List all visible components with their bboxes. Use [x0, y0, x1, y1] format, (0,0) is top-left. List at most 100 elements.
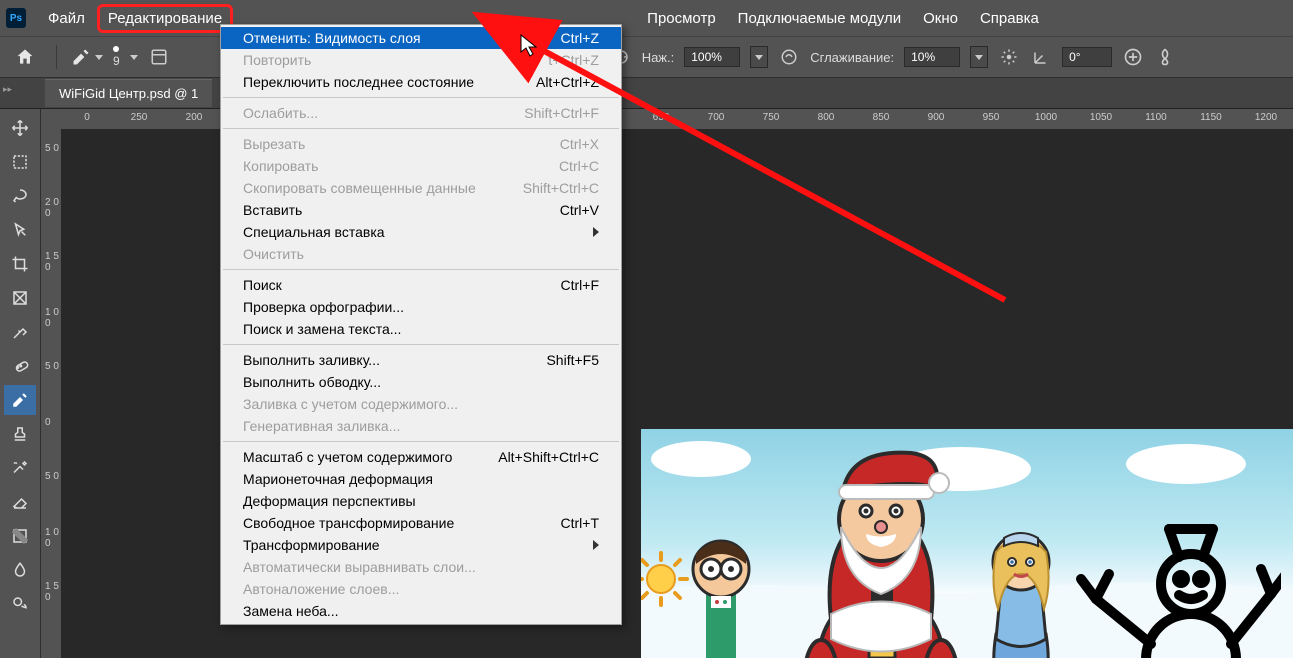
menu-plugins[interactable]: Подключаемые модули — [728, 4, 911, 33]
menu-item-shortcut: Ctrl+F — [561, 277, 600, 293]
menu-item-label: Автоналожение слоев... — [243, 581, 399, 597]
tool-eraser[interactable] — [4, 487, 36, 517]
edit-menu-item[interactable]: Поиск и замена текста... — [221, 318, 621, 340]
pressure-opacity-icon[interactable] — [778, 46, 800, 68]
menu-item-label: Копировать — [243, 158, 318, 174]
menu-item-label: Марионеточная деформация — [243, 471, 433, 487]
tool-history-brush[interactable] — [4, 453, 36, 483]
brush-tool-preview-icon[interactable] — [71, 47, 103, 67]
menu-item-shortcut: Alt+Shift+Ctrl+C — [498, 449, 599, 465]
symmetry-icon[interactable] — [1154, 46, 1176, 68]
tool-move[interactable] — [4, 113, 36, 143]
tool-dodge[interactable] — [4, 589, 36, 619]
panel-grip-icon[interactable]: ▸▸ — [3, 84, 13, 94]
edit-menu-item[interactable]: Переключить последнее состояниеAlt+Ctrl+… — [221, 71, 621, 93]
menu-file[interactable]: Файл — [38, 4, 95, 33]
options-bar: 9 Наж.: 100% Сглаживание: 10% 0° — [0, 36, 1293, 78]
menu-item-label: Масштаб с учетом содержимого — [243, 449, 452, 465]
menu-window[interactable]: Окно — [913, 4, 968, 33]
opacity-dropdown[interactable] — [750, 46, 768, 68]
edit-menu-item[interactable]: Проверка орфографии... — [221, 296, 621, 318]
smoothing-options-icon[interactable] — [998, 46, 1020, 68]
brush-panel-icon[interactable] — [148, 46, 170, 68]
edit-menu-item: Заливка с учетом содержимого... — [221, 393, 621, 415]
brush-size-value: 9 — [113, 54, 120, 68]
app-logo: Ps — [6, 8, 26, 28]
menu-separator — [223, 128, 619, 129]
menu-view[interactable]: Просмотр — [637, 4, 726, 33]
edit-menu-item[interactable]: Выполнить обводку... — [221, 371, 621, 393]
menu-item-label: Ослабить... — [243, 105, 318, 121]
menu-item-label: Деформация перспективы — [243, 493, 416, 509]
edit-menu-item[interactable]: Трансформирование — [221, 534, 621, 556]
edit-menu-item[interactable]: Деформация перспективы — [221, 490, 621, 512]
menu-item-label: Выполнить заливку... — [243, 352, 380, 368]
edit-menu-item: Очистить — [221, 243, 621, 265]
edit-menu-item: Генеративная заливка... — [221, 415, 621, 437]
tool-crop[interactable] — [4, 249, 36, 279]
tool-frame[interactable] — [4, 283, 36, 313]
tool-blur[interactable] — [4, 555, 36, 585]
edit-menu-item: Автоналожение слоев... — [221, 578, 621, 600]
menu-item-shortcut: Ctrl+T — [561, 515, 600, 531]
menu-item-shortcut: Ctrl+Z — [561, 30, 600, 46]
edit-menu-item: Ослабить... Shift+Ctrl+F — [221, 102, 621, 124]
edit-menu-dropdown: Отменить: Видимость слояCtrl+Z Повторить t… — [220, 24, 622, 625]
menu-item-label: Специальная вставка — [243, 224, 385, 240]
home-button[interactable] — [8, 43, 42, 71]
pressure-size-icon[interactable] — [1122, 46, 1144, 68]
edit-menu-item[interactable]: Отменить: Видимость слояCtrl+Z — [221, 27, 621, 49]
document-tabs: WiFiGid Центр.psd @ 1 — [0, 78, 1293, 109]
tool-stamp[interactable] — [4, 419, 36, 449]
tool-quick-select[interactable] — [4, 215, 36, 245]
menu-separator — [223, 441, 619, 442]
menu-item-shortcut: Shift+Ctrl+F — [524, 105, 599, 121]
menu-item-label: Проверка орфографии... — [243, 299, 404, 315]
menu-item-label: Автоматически выравнивать слои... — [243, 559, 476, 575]
tool-heal[interactable] — [4, 351, 36, 381]
canvas-artboard[interactable] — [641, 429, 1293, 658]
opacity-input[interactable]: 100% — [684, 47, 740, 67]
menu-item-label: Заливка с учетом содержимого... — [243, 396, 458, 412]
edit-menu-item[interactable]: Специальная вставка — [221, 221, 621, 243]
menu-item-shortcut: Shift+F5 — [546, 352, 599, 368]
tool-eyedropper[interactable] — [4, 317, 36, 347]
menu-item-shortcut: Alt+Ctrl+Z — [536, 74, 599, 90]
smoothing-input[interactable]: 10% — [904, 47, 960, 67]
tool-lasso[interactable] — [4, 181, 36, 211]
ruler-vertical: 5 0 2 0 0 1 5 0 1 0 0 5 0 0 5 0 1 0 0 1 … — [41, 129, 62, 658]
edit-menu-item[interactable]: Марионеточная деформация — [221, 468, 621, 490]
angle-input[interactable]: 0° — [1062, 47, 1112, 67]
menu-item-shortcut: Ctrl+X — [560, 136, 599, 152]
menu-separator — [223, 269, 619, 270]
menu-edit[interactable]: Редактирование — [97, 4, 233, 33]
edit-menu-item[interactable]: ПоискCtrl+F — [221, 274, 621, 296]
tools-panel — [0, 109, 41, 658]
edit-menu-item: Автоматически выравнивать слои... — [221, 556, 621, 578]
tool-marquee[interactable] — [4, 147, 36, 177]
edit-menu-item[interactable]: Масштаб с учетом содержимого Alt+Shift+Ct… — [221, 446, 621, 468]
menu-item-label: Свободное трансформирование — [243, 515, 454, 531]
menu-item-shortcut: t+Ctrl+Z — [548, 52, 599, 68]
edit-menu-item[interactable]: Выполнить заливку... Shift+F5 — [221, 349, 621, 371]
chevron-down-icon[interactable] — [130, 55, 138, 60]
menu-item-label: Поиск и замена текста... — [243, 321, 401, 337]
menu-item-label: Трансформирование — [243, 537, 380, 553]
edit-menu-item[interactable]: Свободное трансформирование Ctrl+T — [221, 512, 621, 534]
tool-gradient[interactable] — [4, 521, 36, 551]
menu-item-shortcut: Shift+Ctrl+C — [523, 180, 599, 196]
brush-size-preview[interactable]: 9 — [113, 46, 120, 68]
edit-menu-item[interactable]: Замена неба... — [221, 600, 621, 622]
menu-item-label: Скопировать совмещенные данные — [243, 180, 476, 196]
document-tab[interactable]: WiFiGid Центр.psd @ 1 — [45, 79, 212, 107]
submenu-arrow-icon — [593, 227, 599, 237]
edit-menu-item[interactable]: ВставитьCtrl+V — [221, 199, 621, 221]
menu-item-shortcut: Ctrl+V — [560, 202, 599, 218]
tool-brush[interactable] — [4, 385, 36, 415]
edit-menu-item: Скопировать совмещенные данные Shift+Ctrl… — [221, 177, 621, 199]
menu-item-label: Повторить — [243, 52, 311, 68]
smoothing-dropdown[interactable] — [970, 46, 988, 68]
menubar: Ps Файл Редактирование Просмотр Подключа… — [0, 0, 1293, 36]
menu-help[interactable]: Справка — [970, 4, 1049, 33]
menu-item-label: Очистить — [243, 246, 304, 262]
